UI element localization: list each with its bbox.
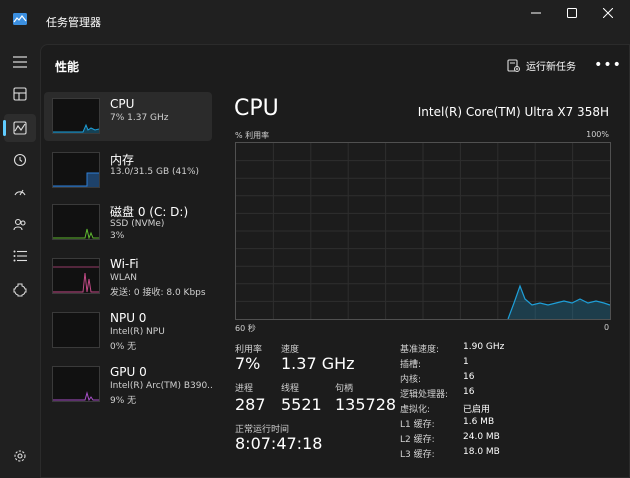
cpu-thumbnail-graph — [52, 98, 100, 134]
threads-value: 5521 — [281, 395, 322, 414]
device-gpu-0[interactable]: GPU 0 Intel(R) Arc(TM) B390... 9% 无 — [44, 360, 212, 409]
spec-value: 1.6 MB — [463, 417, 495, 427]
npu-thumbnail-graph — [52, 312, 100, 348]
spec-key: 虚拟化: — [400, 405, 431, 415]
minimize-icon — [531, 12, 541, 14]
threads-label: 线程 — [281, 384, 300, 394]
device-detail: WLAN — [110, 273, 138, 283]
page-title: 性能 — [55, 60, 80, 74]
wifi-thumbnail-graph — [52, 258, 100, 294]
speed-value: 1.37 GHz — [281, 354, 355, 373]
close-icon — [603, 8, 613, 18]
spec-key: L2 缓存: — [400, 435, 435, 445]
run-new-task-label: 运行新任务 — [526, 61, 576, 73]
device-name: CPU — [110, 97, 135, 111]
cpu-model-name: Intel(R) Core(TM) Ultra X7 358H — [417, 105, 609, 119]
handles-value: 135728 — [335, 395, 397, 414]
task-manager-icon — [13, 13, 27, 25]
active-nav-indicator — [3, 120, 6, 136]
details-icon — [13, 250, 27, 262]
hamburger-menu-button[interactable] — [4, 48, 36, 76]
nav-processes[interactable] — [4, 80, 36, 108]
spec-key: 基准速度: — [400, 345, 440, 355]
graph-x-end-label: 0 — [604, 323, 610, 332]
spec-value: 已启用 — [463, 405, 491, 415]
cpu-utilization-graph — [235, 142, 611, 320]
spec-value: 18.0 MB — [463, 447, 500, 457]
device-detail: Intel(R) Arc(TM) B390... — [110, 381, 212, 391]
device-name: 内存 — [110, 153, 135, 167]
spec-key: L1 缓存: — [400, 420, 435, 430]
device-detail: Intel(R) NPU — [110, 327, 165, 337]
nav-performance[interactable] — [4, 114, 36, 142]
app-history-icon — [13, 153, 27, 167]
performance-page: 性能 运行新任务 ••• CPU 7% 1.37 GHz 内存 13.0/31.… — [40, 44, 630, 478]
processes-icon — [13, 87, 27, 101]
spec-value: 24.0 MB — [463, 432, 500, 442]
device-disk-0[interactable]: 磁盘 0 (C: D:) SSD (NVMe) 3% — [44, 198, 212, 247]
title-bar: 任务管理器 — [0, 0, 630, 44]
spec-key: L3 缓存: — [400, 450, 435, 460]
gpu-thumbnail-graph — [52, 366, 100, 402]
device-detail-2: 发送: 0 接收: 8.0 Kbps — [110, 288, 206, 298]
users-icon — [13, 218, 26, 231]
services-icon — [13, 283, 27, 297]
nav-settings[interactable] — [4, 442, 36, 470]
device-wifi[interactable]: Wi-Fi WLAN 发送: 0 接收: 8.0 Kbps — [44, 252, 212, 301]
disk-thumbnail-graph — [52, 204, 100, 240]
device-detail-2: 0% 无 — [110, 342, 137, 352]
detail-title: CPU — [234, 96, 279, 121]
task-manager-window: 任务管理器 性能 运行新任务 ••• CPU 7% 1.37 GHz 内存 13… — [0, 0, 630, 478]
device-name: 磁盘 0 (C: D:) — [110, 205, 189, 219]
uptime-value: 8:07:47:18 — [235, 434, 323, 453]
spec-value: 1 — [463, 357, 469, 367]
device-detail-2: 9% 无 — [110, 396, 137, 406]
device-npu-0[interactable]: NPU 0 Intel(R) NPU 0% 无 — [44, 306, 212, 355]
graph-y-label: % 利用率 — [235, 131, 270, 140]
performance-icon — [13, 121, 27, 135]
spec-value: 1.90 GHz — [463, 342, 505, 352]
startup-apps-icon — [14, 189, 26, 196]
processes-label: 进程 — [235, 384, 254, 394]
more-options-button[interactable]: ••• — [594, 55, 621, 75]
device-detail: 7% 1.37 GHz — [110, 113, 169, 123]
spec-key: 内核: — [400, 375, 422, 385]
hamburger-menu-icon — [13, 56, 27, 68]
nav-details[interactable] — [4, 242, 36, 270]
close-button[interactable] — [586, 0, 630, 26]
settings-icon — [14, 450, 26, 462]
spec-key: 逻辑处理器: — [400, 390, 449, 400]
left-navigation — [0, 44, 40, 478]
memory-thumbnail-graph — [52, 152, 100, 188]
nav-startup-apps[interactable] — [4, 178, 36, 206]
spec-value: 16 — [463, 372, 475, 382]
utilization-value: 7% — [235, 354, 261, 373]
device-name: GPU 0 — [110, 365, 147, 379]
device-detail-2: 3% — [110, 231, 125, 241]
window-title: 任务管理器 — [46, 16, 101, 29]
nav-services[interactable] — [4, 276, 36, 304]
device-name: NPU 0 — [110, 311, 147, 325]
device-detail: SSD (NVMe) — [110, 219, 165, 229]
run-task-icon — [507, 58, 520, 72]
spec-key: 插槽: — [400, 360, 422, 370]
nav-users[interactable] — [4, 210, 36, 238]
device-name: Wi-Fi — [110, 257, 139, 271]
handles-label: 句柄 — [335, 384, 354, 394]
graph-x-start-label: 60 秒 — [235, 324, 256, 333]
processes-value: 287 — [235, 395, 266, 414]
graph-y-max-label: 100% — [586, 130, 609, 139]
device-memory[interactable]: 内存 13.0/31.5 GB (41%) — [44, 146, 212, 195]
nav-app-history[interactable] — [4, 146, 36, 174]
maximize-icon — [567, 8, 577, 18]
spec-value: 16 — [463, 387, 475, 397]
device-cpu[interactable]: CPU 7% 1.37 GHz — [44, 92, 212, 141]
device-detail: 13.0/31.5 GB (41%) — [110, 167, 200, 177]
run-new-task-button[interactable]: 运行新任务 — [507, 55, 576, 75]
